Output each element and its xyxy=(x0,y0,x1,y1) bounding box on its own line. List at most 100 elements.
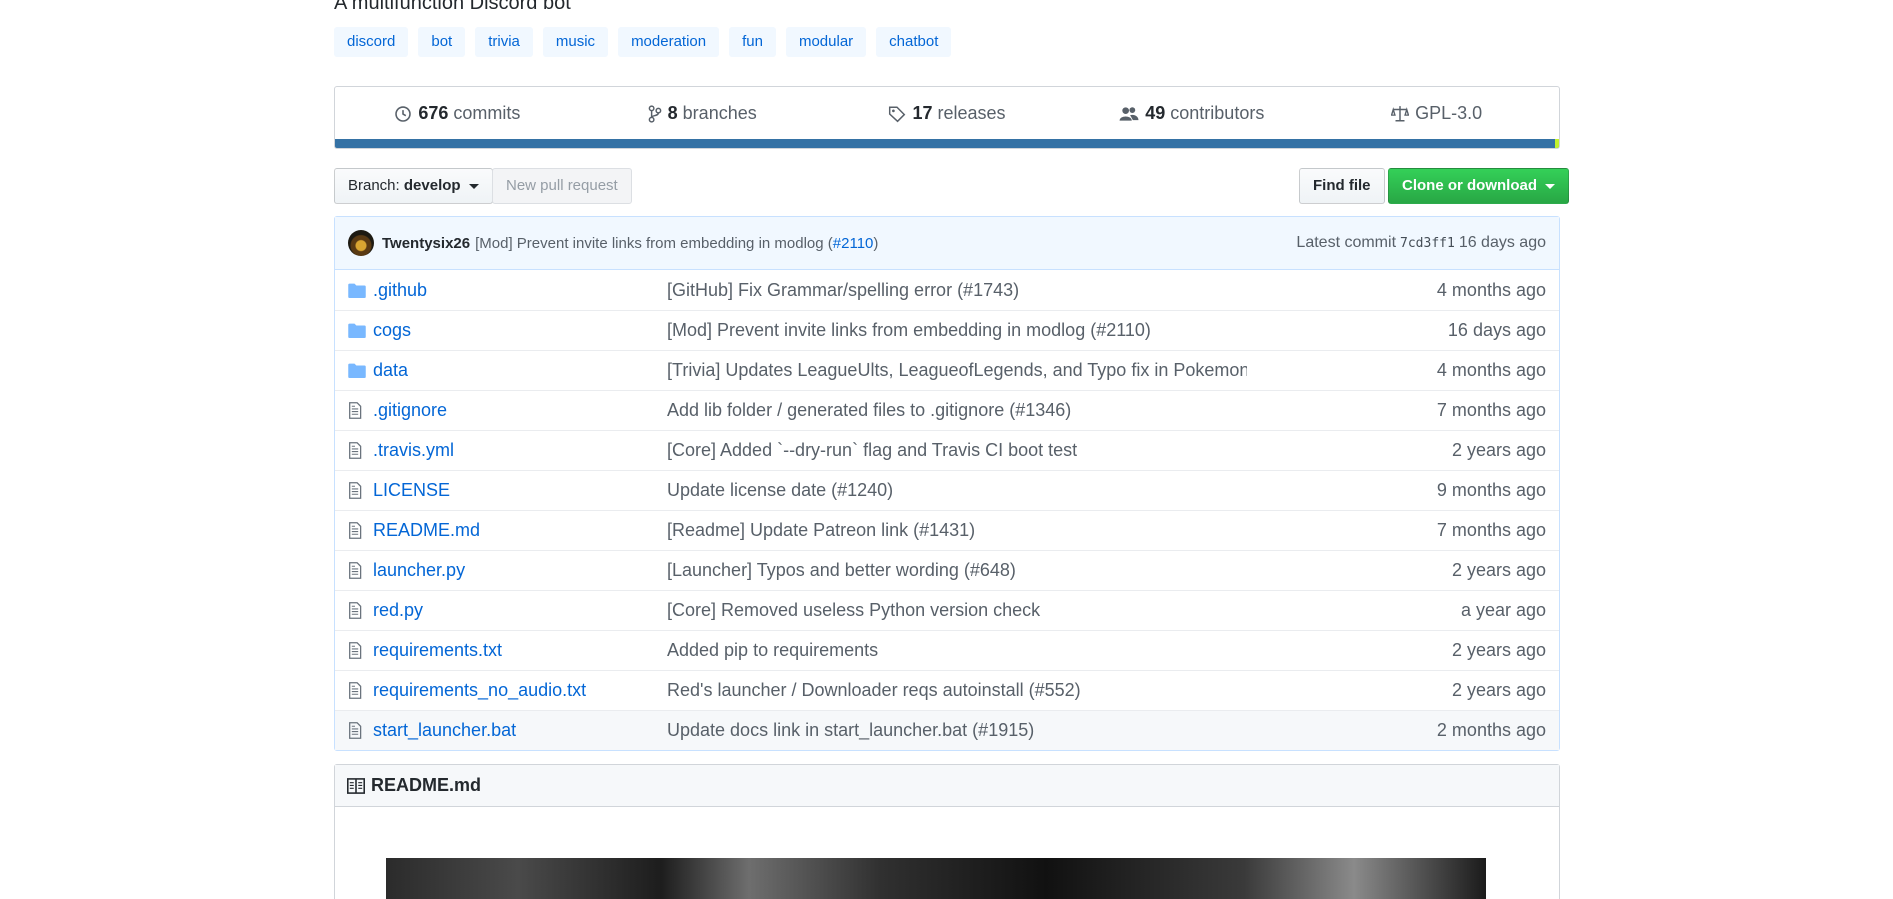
branch-name: develop xyxy=(403,177,461,194)
file-name-link[interactable]: launcher.py xyxy=(373,560,465,581)
file-age: a year ago xyxy=(1460,600,1546,620)
folder-icon xyxy=(335,363,367,378)
topic-tag[interactable]: trivia xyxy=(475,27,533,57)
table-row: data [Trivia] Updates LeagueUlts, Leagueo… xyxy=(335,350,1559,390)
file-commit-message[interactable]: [Readme] Update Patreon link (#1431) xyxy=(667,520,1247,541)
topic-tag[interactable]: fun xyxy=(729,27,776,57)
table-row: LICENSE Update license date (#1240) 9 mont… xyxy=(335,470,1559,510)
readme-banner-image xyxy=(386,858,1486,899)
contributors-count: 49 xyxy=(1145,103,1166,123)
file-name-link[interactable]: red.py xyxy=(373,600,423,621)
file-name-link[interactable]: cogs xyxy=(373,320,411,341)
table-row: .gitignore Add lib folder / generated fil… xyxy=(335,390,1559,430)
file-age: 9 months ago xyxy=(1436,480,1546,500)
branches-link[interactable]: 8 branches xyxy=(580,103,825,124)
law-icon xyxy=(1391,105,1410,121)
file-commit-message[interactable]: [GitHub] Fix Grammar/spelling error (#17… xyxy=(667,280,1247,301)
find-file-button[interactable]: Find file xyxy=(1299,168,1385,204)
file-icon xyxy=(335,722,367,739)
file-name-link[interactable]: start_launcher.bat xyxy=(373,720,516,741)
commits-label: commits xyxy=(453,103,521,123)
file-icon xyxy=(335,522,367,539)
file-age: 16 days ago xyxy=(1447,320,1546,340)
file-name-link[interactable]: LICENSE xyxy=(373,480,450,501)
branch-icon xyxy=(648,104,662,123)
topic-tag[interactable]: discord xyxy=(334,27,409,57)
license-link[interactable]: GPL-3.0 xyxy=(1314,103,1559,124)
file-icon xyxy=(335,402,367,419)
file-commit-message[interactable]: [Mod] Prevent invite links from embeddin… xyxy=(667,320,1247,341)
table-row: requirements.txt Added pip to requirement… xyxy=(335,630,1559,670)
readme-header: README.md xyxy=(335,765,1559,807)
file-name-link[interactable]: requirements.txt xyxy=(373,640,502,661)
commit-message-text[interactable]: [Mod] Prevent invite links from embeddin… xyxy=(475,235,833,252)
file-commit-message[interactable]: [Launcher] Typos and better wording (#64… xyxy=(667,560,1247,581)
table-row: start_launcher.bat Update docs link in st… xyxy=(335,710,1559,750)
topic-tag[interactable]: bot xyxy=(418,27,466,57)
commits-count: 676 xyxy=(418,103,449,123)
topic-tag[interactable]: chatbot xyxy=(876,27,952,57)
language-bar[interactable] xyxy=(335,139,1559,148)
latest-commit-bar: Twentysix26 [Mod] Prevent invite links f… xyxy=(335,217,1559,270)
file-age: 4 months ago xyxy=(1436,279,1546,300)
table-row: .github [GitHub] Fix Grammar/spelling err… xyxy=(335,270,1559,310)
file-name-link[interactable]: data xyxy=(373,360,408,381)
topic-tag[interactable]: music xyxy=(542,27,609,57)
file-commit-message[interactable]: Added pip to requirements xyxy=(667,640,1247,661)
latest-commit-label: Latest commit xyxy=(1296,234,1397,251)
file-age: 2 years ago xyxy=(1451,680,1546,700)
avatar[interactable] xyxy=(348,230,374,256)
topic-list: discord bot trivia music moderation fun … xyxy=(334,27,961,57)
file-commit-message[interactable]: Add lib folder / generated files to .git… xyxy=(667,400,1247,421)
commit-meta: Latest commit 7cd3ff1 16 days ago xyxy=(1296,234,1546,252)
commits-link[interactable]: 676 commits xyxy=(335,103,580,124)
branch-select-button[interactable]: Branch: develop xyxy=(334,168,493,204)
file-age: 7 months ago xyxy=(1436,520,1546,540)
file-name-link[interactable]: .travis.yml xyxy=(373,440,454,461)
file-age: 2 years ago xyxy=(1451,640,1546,660)
topic-tag[interactable]: modular xyxy=(785,27,867,57)
file-icon xyxy=(335,602,367,619)
file-icon xyxy=(335,642,367,659)
new-pull-request-button[interactable]: New pull request xyxy=(492,168,632,204)
table-row: README.md [Readme] Update Patreon link (#… xyxy=(335,510,1559,550)
topic-tag[interactable]: moderation xyxy=(618,27,720,57)
file-commit-message[interactable]: [Core] Added `--dry-run` flag and Travis… xyxy=(667,440,1247,461)
clone-label: Clone or download xyxy=(1402,177,1537,194)
file-age: 2 years ago xyxy=(1451,440,1546,460)
file-name-link[interactable]: .github xyxy=(373,280,427,301)
branch-prefix: Branch: xyxy=(348,177,400,194)
file-name-link[interactable]: requirements_no_audio.txt xyxy=(373,680,586,701)
file-commit-message[interactable]: [Core] Removed useless Python version ch… xyxy=(667,600,1247,621)
folder-icon xyxy=(335,323,367,338)
branches-label: branches xyxy=(682,103,757,123)
file-commit-message[interactable]: [Trivia] Updates LeagueUlts, LeagueofLeg… xyxy=(667,360,1247,381)
releases-link[interactable]: 17 releases xyxy=(825,103,1070,124)
commit-pr-link[interactable]: #2110 xyxy=(833,235,874,252)
releases-count: 17 xyxy=(912,103,933,123)
releases-label: releases xyxy=(937,103,1006,123)
file-commit-message[interactable]: Red's launcher / Downloader reqs autoins… xyxy=(667,680,1247,701)
file-commit-message[interactable]: Update license date (#1240) xyxy=(667,480,1247,501)
readme-title: README.md xyxy=(371,775,482,795)
contributors-label: contributors xyxy=(1170,103,1265,123)
language-bar-other xyxy=(1555,139,1559,148)
table-row: red.py [Core] Removed useless Python vers… xyxy=(335,590,1559,630)
file-name-link[interactable]: README.md xyxy=(373,520,480,541)
table-row: .travis.yml [Core] Added `--dry-run` flag… xyxy=(335,430,1559,470)
commit-sha[interactable]: 7cd3ff1 xyxy=(1400,236,1455,251)
file-commit-message[interactable]: Update docs link in start_launcher.bat (… xyxy=(667,720,1247,741)
file-age: 7 months ago xyxy=(1436,400,1546,420)
commit-message-end: ) xyxy=(873,234,879,252)
contributors-link[interactable]: 49 contributors xyxy=(1069,103,1314,124)
readme-panel: README.md xyxy=(334,764,1560,899)
commit-author[interactable]: Twentysix26 xyxy=(382,235,470,252)
table-row: launcher.py [Launcher] Typos and better w… xyxy=(335,550,1559,590)
tag-icon xyxy=(889,106,906,122)
commit-age: 16 days ago xyxy=(1458,234,1546,251)
file-age: 2 years ago xyxy=(1451,560,1546,580)
clone-download-button[interactable]: Clone or download xyxy=(1388,168,1570,204)
file-name-link[interactable]: .gitignore xyxy=(373,400,447,421)
branches-count: 8 xyxy=(667,103,678,123)
file-icon xyxy=(335,682,367,699)
